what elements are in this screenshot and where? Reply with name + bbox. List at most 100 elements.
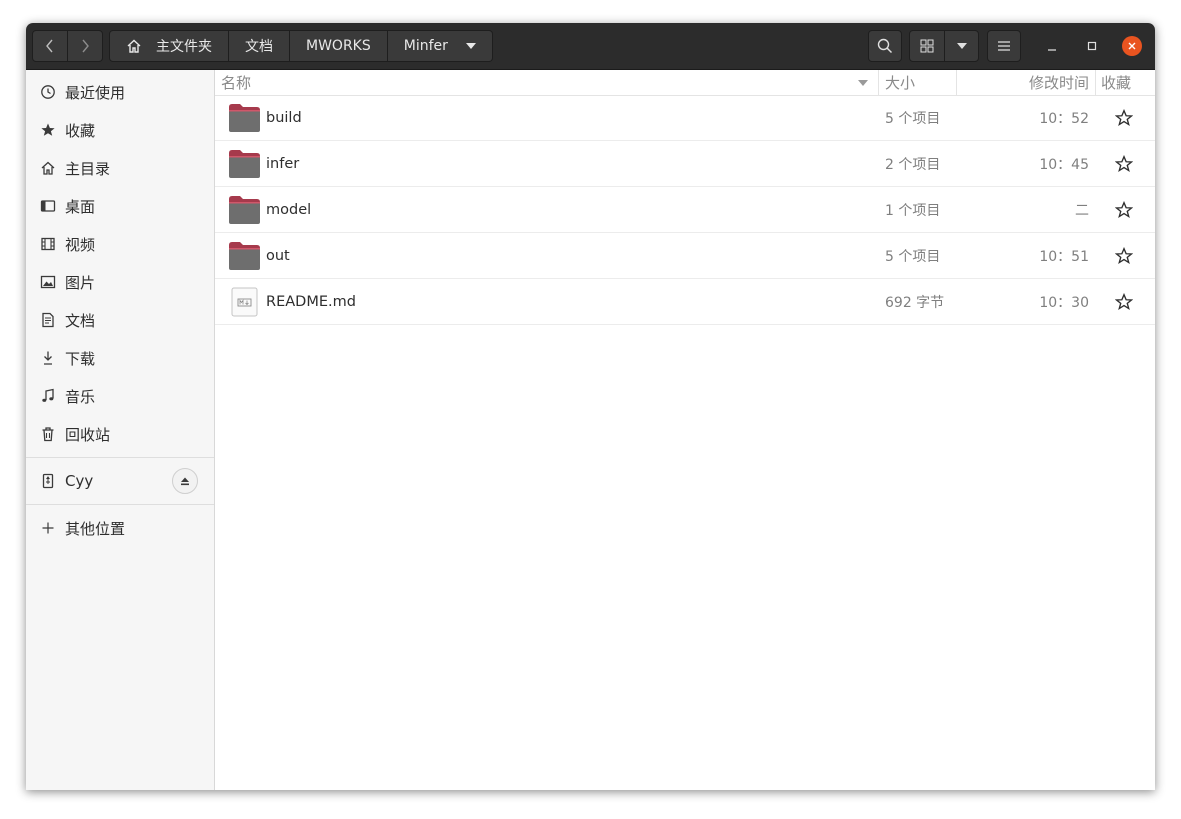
file-size: 2 个项目 xyxy=(885,157,941,173)
crumb-documents[interactable]: 文档 xyxy=(229,30,290,62)
crumb-mworks[interactable]: MWORKS xyxy=(290,30,388,62)
crumb-label: Minfer xyxy=(403,38,448,54)
main-menu-button[interactable] xyxy=(987,30,1021,62)
sidebar-item-starred[interactable]: 收藏 xyxy=(26,113,214,147)
sidebar-item-trash[interactable]: 回收站 xyxy=(26,417,214,451)
sidebar-item-other-locations[interactable]: 其他位置 xyxy=(26,511,214,545)
sidebar: 最近使用 收藏 主目录 桌面 视频 图片 文档 下载 音乐 回收站 Cyy 其他… xyxy=(26,70,215,790)
sidebar-item-desktop[interactable]: 桌面 xyxy=(26,189,214,223)
headerbar: 主文件夹 文档 MWORKS Minfer xyxy=(26,23,1155,70)
column-starred-label: 收藏 xyxy=(1101,74,1132,92)
crumb-label: 主文件夹 xyxy=(156,39,212,55)
markdown-file-icon xyxy=(231,287,258,317)
file-row[interactable]: README.md 692 字节 10：30 xyxy=(215,279,1155,325)
file-name: infer xyxy=(266,156,300,172)
file-row[interactable]: build 5 个项目 10：52 xyxy=(215,95,1155,141)
sidebar-item-label: 主目录 xyxy=(65,159,111,178)
sidebar-item-label: Cyy xyxy=(65,472,94,490)
plus-icon xyxy=(40,520,56,536)
folder-icon xyxy=(229,196,260,224)
sidebar-item-label: 收藏 xyxy=(65,121,96,140)
file-name: README.md xyxy=(266,294,356,310)
sidebar-item-label: 音乐 xyxy=(65,387,96,406)
crumb-home[interactable]: 主文件夹 xyxy=(109,30,229,62)
sidebar-item-videos[interactable]: 视频 xyxy=(26,227,214,261)
sidebar-item-pictures[interactable]: 图片 xyxy=(26,265,214,299)
eject-icon xyxy=(181,477,189,486)
sidebar-item-downloads[interactable]: 下载 xyxy=(26,341,214,375)
file-size: 5 个项目 xyxy=(885,249,941,265)
file-row[interactable]: model 1 个项目 二 xyxy=(215,187,1155,233)
star-outline-icon[interactable] xyxy=(1115,293,1133,311)
sidebar-item-recent[interactable]: 最近使用 xyxy=(26,75,214,109)
file-manager-window: 主文件夹 文档 MWORKS Minfer 最近使用 收藏 主目录 桌面 视频 … xyxy=(26,23,1155,790)
minimize-icon xyxy=(1048,49,1056,51)
column-modified-label: 修改时间 xyxy=(1028,74,1089,92)
file-size: 692 字节 xyxy=(885,295,945,311)
dropdown-arrow-icon xyxy=(465,43,476,49)
chevron-right-icon xyxy=(82,39,89,53)
file-modified: 二 xyxy=(1075,203,1089,219)
star-outline-icon[interactable] xyxy=(1115,201,1133,219)
file-modified: 10：52 xyxy=(1039,111,1089,127)
folder-icon xyxy=(229,150,260,178)
clock-icon xyxy=(40,84,56,100)
trash-icon xyxy=(40,426,56,442)
document-icon xyxy=(40,312,56,328)
file-name: out xyxy=(266,248,290,264)
column-header: 名称 大小 修改时间 收藏 xyxy=(215,70,1155,96)
crumb-minfer[interactable]: Minfer xyxy=(387,30,493,62)
column-divider xyxy=(956,70,957,95)
file-name: model xyxy=(266,202,312,218)
sidebar-item-label: 文档 xyxy=(65,311,96,330)
column-size-label: 大小 xyxy=(885,74,916,92)
file-name: build xyxy=(266,110,302,126)
file-size: 5 个项目 xyxy=(885,111,941,127)
file-modified: 10：30 xyxy=(1039,295,1089,311)
grid-icon xyxy=(920,39,934,53)
search-icon xyxy=(877,38,893,54)
sidebar-item-label: 桌面 xyxy=(65,197,96,216)
sidebar-divider xyxy=(26,504,214,505)
star-filled-icon xyxy=(40,122,56,138)
sidebar-item-label: 最近使用 xyxy=(65,83,126,102)
minimize-button[interactable] xyxy=(1042,36,1062,56)
star-outline-icon[interactable] xyxy=(1115,247,1133,265)
home-icon xyxy=(126,38,142,54)
download-icon xyxy=(40,350,56,366)
search-button[interactable] xyxy=(868,30,902,62)
column-name[interactable]: 名称 xyxy=(221,70,251,95)
folder-icon xyxy=(229,104,260,132)
column-starred[interactable]: 收藏 xyxy=(1101,70,1131,95)
file-modified: 10：45 xyxy=(1039,157,1089,173)
eject-button[interactable] xyxy=(172,468,198,494)
close-button[interactable] xyxy=(1122,36,1142,56)
back-button[interactable] xyxy=(32,30,68,62)
view-options-button[interactable] xyxy=(944,30,979,62)
music-icon xyxy=(40,388,56,404)
file-modified: 10：51 xyxy=(1039,249,1089,265)
grid-view-button[interactable] xyxy=(909,30,945,62)
column-modified[interactable]: 修改时间 xyxy=(1029,70,1089,95)
column-size[interactable]: 大小 xyxy=(885,70,915,95)
dropdown-arrow-icon xyxy=(956,43,967,49)
star-outline-icon[interactable] xyxy=(1115,109,1133,127)
star-outline-icon[interactable] xyxy=(1115,155,1133,173)
folder-icon xyxy=(229,242,260,270)
sidebar-item-label: 下载 xyxy=(65,349,96,368)
maximize-icon xyxy=(1087,41,1097,51)
sidebar-item-label: 图片 xyxy=(65,273,96,292)
file-size: 1 个项目 xyxy=(885,203,941,219)
sidebar-item-documents[interactable]: 文档 xyxy=(26,303,214,337)
column-name-label: 名称 xyxy=(221,74,252,92)
sidebar-item-home[interactable]: 主目录 xyxy=(26,151,214,185)
file-row[interactable]: out 5 个项目 10：51 xyxy=(215,233,1155,279)
sidebar-item-label: 回收站 xyxy=(65,425,111,444)
file-row[interactable]: infer 2 个项目 10：45 xyxy=(215,141,1155,187)
maximize-button[interactable] xyxy=(1082,36,1102,56)
home-icon xyxy=(40,160,56,176)
usb-drive-icon xyxy=(40,473,56,489)
forward-button[interactable] xyxy=(67,30,103,62)
sort-arrow-icon xyxy=(858,70,868,95)
sidebar-item-music[interactable]: 音乐 xyxy=(26,379,214,413)
